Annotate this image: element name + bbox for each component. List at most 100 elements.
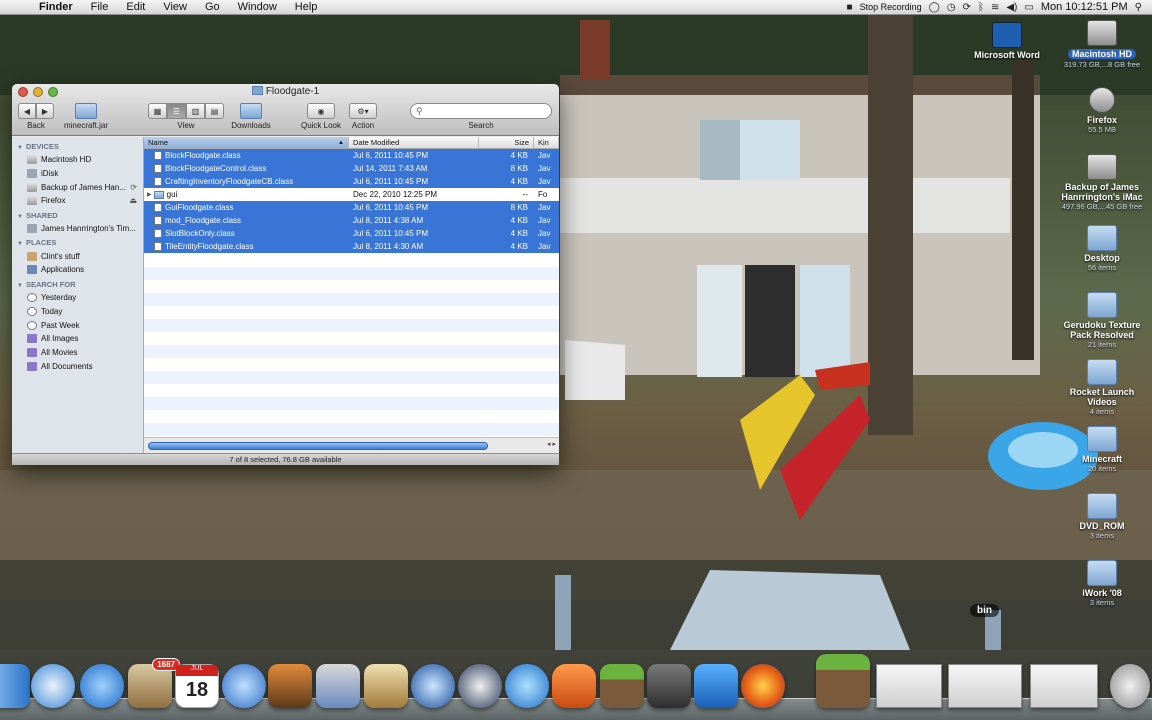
file-row[interactable]: GuiFloodgate.class Jul 6, 2011 10:45 PM 8 … bbox=[144, 201, 559, 214]
quick-look-button[interactable]: ◉ bbox=[307, 103, 335, 119]
itunes-icon[interactable] bbox=[505, 664, 549, 708]
desktop-item-rocket-launch[interactable]: Rocket Launch Videos 4 items bbox=[1056, 359, 1148, 417]
word-icon[interactable] bbox=[694, 664, 738, 708]
action-gear-button[interactable]: ⚙▾ bbox=[349, 103, 377, 119]
sidebar-item-today[interactable]: Today bbox=[12, 305, 143, 319]
menu-window[interactable]: Window bbox=[229, 0, 286, 14]
class-file-icon bbox=[154, 177, 162, 186]
file-row[interactable]: mod_Floodgate.class Jul 8, 2011 4:38 AM 4 … bbox=[144, 214, 559, 227]
sidebar-group-places[interactable]: ▼ PLACES bbox=[12, 235, 143, 249]
date-cell: Jul 8, 2011 4:38 AM bbox=[353, 216, 424, 225]
file-row[interactable]: CraftingInventoryFloodgateCB.class Jul 6,… bbox=[144, 175, 559, 188]
file-row[interactable]: ▶ gui Dec 22, 2010 12:25 PM -- Fo bbox=[144, 188, 559, 201]
sidebar-group-shared[interactable]: ▼ SHARED bbox=[12, 208, 143, 222]
spotlight-icon[interactable]: ⚲ bbox=[1135, 2, 1142, 13]
app-store-icon[interactable] bbox=[80, 664, 124, 708]
menu-clock[interactable]: Mon 10:12:51 PM bbox=[1041, 1, 1128, 13]
menu-finder[interactable]: Finder bbox=[30, 0, 82, 14]
icon-view-button[interactable]: ▦ bbox=[148, 103, 167, 119]
kind-cell: Fo bbox=[538, 190, 548, 199]
minecraft-icon[interactable] bbox=[600, 664, 644, 708]
eject-icon[interactable]: ⏏ bbox=[129, 196, 137, 205]
desktop-item-minecraft[interactable]: Minecraft 20 items bbox=[1056, 426, 1148, 474]
path-item-minecraft-jar[interactable]: minecraft.jar bbox=[56, 103, 116, 130]
desktop-item-firefox[interactable]: Firefox 55.5 MB bbox=[1056, 87, 1148, 135]
trash-icon[interactable] bbox=[1110, 664, 1150, 708]
safari-icon[interactable] bbox=[31, 664, 75, 708]
finder-icon[interactable] bbox=[0, 664, 30, 708]
dvd-player-icon[interactable] bbox=[458, 664, 502, 708]
minimized-window-2[interactable] bbox=[948, 664, 1022, 708]
sidebar-item-past-week[interactable]: Past Week bbox=[12, 318, 143, 332]
horizontal-scrollbar[interactable]: ◂ ▸ bbox=[144, 437, 559, 453]
sidebar-item-clints-stuff[interactable]: Clint's stuff bbox=[12, 249, 143, 263]
time-machine-icon[interactable]: ◷ bbox=[947, 2, 956, 13]
desktop-item-backup[interactable]: Backup of James Hanrrington's iMac 497.9… bbox=[1056, 154, 1148, 212]
photo-booth-icon[interactable] bbox=[268, 664, 312, 708]
sidebar-item-all-movies[interactable]: All Movies bbox=[12, 346, 143, 360]
preview-icon[interactable] bbox=[364, 664, 408, 708]
sidebar-item-all-documents[interactable]: All Documents bbox=[12, 359, 143, 373]
column-view-button[interactable]: ▥ bbox=[186, 103, 205, 119]
column-header-kind[interactable]: Kin bbox=[534, 137, 559, 148]
menu-file[interactable]: File bbox=[82, 0, 118, 14]
desktop-item-dvd-rom[interactable]: DVD_ROM 3 items bbox=[1056, 493, 1148, 541]
column-header-name[interactable]: Name ▲ bbox=[144, 137, 349, 148]
ical-icon[interactable]: JUL 18 bbox=[175, 664, 219, 708]
sidebar-item-shared-computer[interactable]: James Hanrrington's Tim... bbox=[12, 222, 143, 236]
sidebar-item-idisk[interactable]: iDisk bbox=[12, 167, 143, 181]
sync-icon[interactable]: ⟳ bbox=[963, 2, 971, 13]
desktop-item-iwork[interactable]: iWork '08 3 items bbox=[1056, 560, 1148, 608]
back-button[interactable]: ◀ bbox=[18, 103, 36, 119]
ichat-icon[interactable] bbox=[222, 664, 266, 708]
sidebar-group-search-for[interactable]: ▼ SEARCH FOR bbox=[12, 277, 143, 291]
desktop-item-gerudoku[interactable]: Gerudoku Texture Pack Resolved 21 items bbox=[1056, 292, 1148, 350]
firefox-icon[interactable] bbox=[741, 664, 785, 708]
battery-icon[interactable]: ▭ bbox=[1024, 2, 1033, 13]
sidebar-item-yesterday[interactable]: Yesterday bbox=[12, 291, 143, 305]
sidebar-item-backup[interactable]: Backup of James Han... ⟳ bbox=[12, 180, 143, 194]
coverflow-view-button[interactable]: ▤ bbox=[205, 103, 224, 119]
file-row[interactable]: SlotBlockOnly.class Jul 6, 2011 10:45 PM 4… bbox=[144, 227, 559, 240]
record-icon[interactable]: ■ bbox=[847, 2, 853, 13]
disclosure-triangle-icon[interactable]: ▶ bbox=[147, 191, 152, 198]
quicktime-icon[interactable] bbox=[411, 664, 455, 708]
scrollbar-thumb[interactable] bbox=[148, 442, 488, 450]
file-row[interactable]: BlockFloodgateControl.class Jul 14, 2011 … bbox=[144, 162, 559, 175]
desktop-item-macintosh-hd[interactable]: Macintosh HD 319.73 GB,...8 GB free bbox=[1056, 20, 1148, 70]
minecraft-block-icon[interactable] bbox=[816, 654, 870, 708]
file-rows: BlockFloodgate.class Jul 6, 2011 10:45 PM… bbox=[144, 149, 559, 253]
desktop-item-word[interactable]: Microsoft Word bbox=[961, 22, 1053, 60]
menu-view[interactable]: View bbox=[154, 0, 196, 14]
minimized-window-1[interactable] bbox=[876, 664, 942, 708]
sidebar-item-firefox[interactable]: Firefox ⏏ bbox=[12, 194, 143, 208]
stop-recording-status[interactable]: Stop Recording bbox=[860, 2, 922, 12]
menu-go[interactable]: Go bbox=[196, 0, 229, 14]
column-header-size[interactable]: Size bbox=[479, 137, 534, 148]
sidebar-item-all-images[interactable]: All Images bbox=[12, 332, 143, 346]
sidebar-group-devices[interactable]: ▼ DEVICES bbox=[12, 139, 143, 153]
search-field[interactable]: ⚲ bbox=[410, 103, 552, 119]
bluetooth-icon[interactable]: ᛒ bbox=[978, 2, 984, 13]
list-view-button[interactable]: ☰ bbox=[167, 103, 186, 119]
menu-help[interactable]: Help bbox=[286, 0, 327, 14]
minimized-window-3[interactable] bbox=[1030, 664, 1098, 708]
forward-button[interactable]: ▶ bbox=[36, 103, 54, 119]
column-header-date[interactable]: Date Modified bbox=[349, 137, 479, 148]
wifi-icon[interactable]: ≋ bbox=[991, 2, 999, 13]
menu-edit[interactable]: Edit bbox=[117, 0, 154, 14]
scroll-arrows-icon[interactable]: ◂ ▸ bbox=[547, 440, 556, 448]
sidebar-item-applications[interactable]: Applications bbox=[12, 263, 143, 277]
volume-icon[interactable]: ◀) bbox=[1006, 2, 1017, 13]
downloads-button[interactable]: Downloads bbox=[226, 103, 276, 130]
steam-icon[interactable] bbox=[647, 664, 691, 708]
chat-icon[interactable]: ◯ bbox=[929, 2, 940, 13]
mail-stamp-icon[interactable]: 1687 bbox=[128, 658, 180, 708]
office-icon[interactable] bbox=[552, 664, 596, 708]
quick-look-group: ◉ Quick Look bbox=[298, 103, 344, 130]
sidebar-item-macintosh-hd[interactable]: Macintosh HD bbox=[12, 153, 143, 167]
file-row[interactable]: TileEntityFloodgate.class Jul 8, 2011 4:3… bbox=[144, 240, 559, 253]
file-row[interactable]: BlockFloodgate.class Jul 6, 2011 10:45 PM… bbox=[144, 149, 559, 162]
iphoto-icon[interactable] bbox=[316, 664, 360, 708]
desktop-item-desktop[interactable]: Desktop 56 items bbox=[1056, 225, 1148, 273]
